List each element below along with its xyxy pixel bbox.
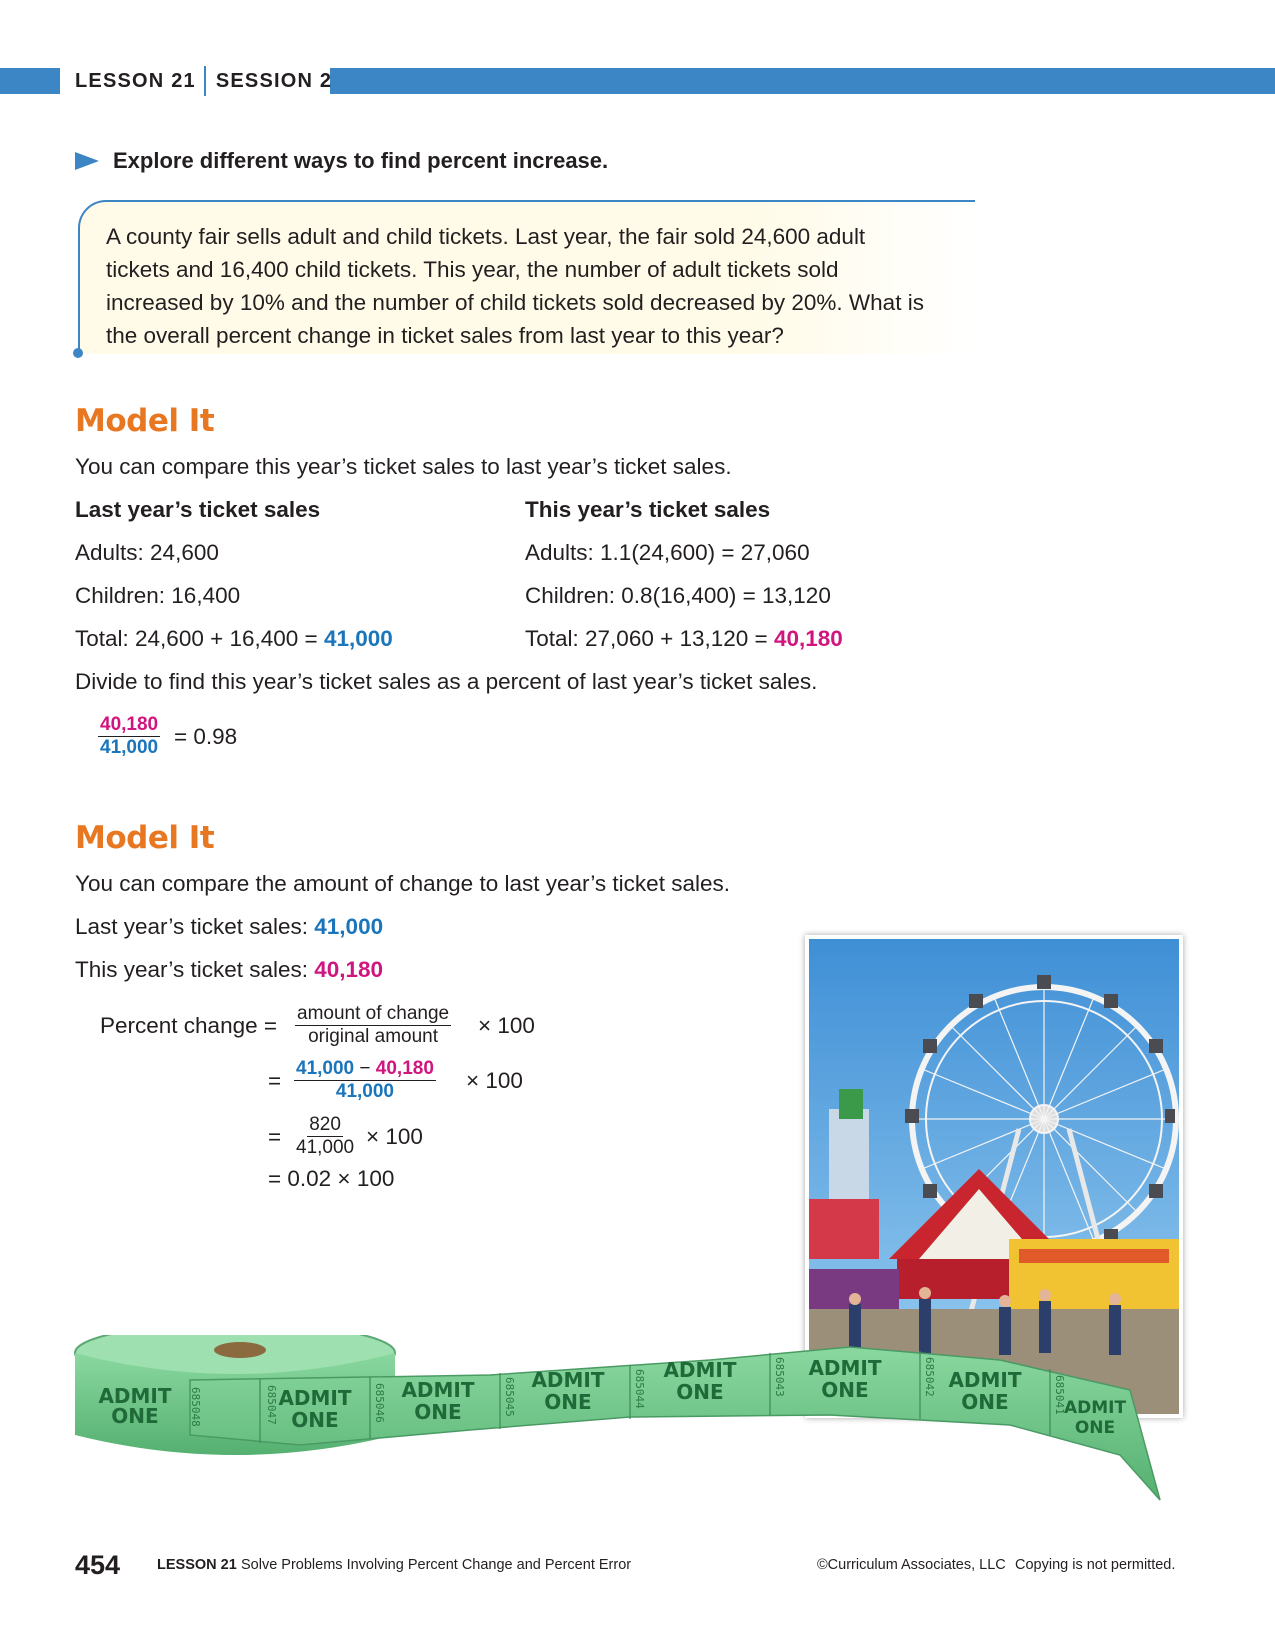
- model2-intro: You can compare the amount of change to …: [75, 871, 730, 896]
- ticket-one-text: ONE: [1075, 1418, 1115, 1438]
- ticket-admit-text: ADMIT: [1064, 1398, 1127, 1418]
- fraction-result: = 0.98: [174, 724, 238, 749]
- problem-text: A county fair sells adult and child tick…: [106, 220, 966, 352]
- ticket-one-text: ONE: [676, 1380, 723, 1404]
- last-year-sales: Last year’s ticket sales: 41,000: [75, 914, 383, 940]
- problem-box-dot: [73, 348, 83, 358]
- ticket-one-text: ONE: [111, 1404, 158, 1428]
- fraction-denominator: 41,000: [100, 737, 159, 758]
- this-adults: Adults: 1.1(24,600) = 27,060: [525, 540, 810, 565]
- final-step: = 0.02 × 100: [268, 1166, 395, 1191]
- last-year-sales-label: Last year’s ticket sales:: [75, 914, 315, 939]
- ticket-serial: 685047: [265, 1385, 278, 1425]
- this-total: Total: 27,060 + 13,120 = 40,180: [525, 626, 843, 652]
- last-total-value: 41,000: [323, 626, 393, 651]
- ticket-one-text: ONE: [961, 1390, 1008, 1414]
- times-100-3: × 100: [366, 1124, 423, 1149]
- fraction-numerator: 40,180: [98, 714, 161, 737]
- ticket-admit-text: ADMIT: [401, 1378, 474, 1402]
- ticket-roll-illustration: ADMIT ONE ADMIT ONE ADMIT ONE ADMIT ONE …: [74, 1335, 1161, 1501]
- header-band-right: [330, 68, 1275, 94]
- lesson-label: LESSON 21: [75, 69, 196, 92]
- subtraction-fraction: 41,000 − 40,180 41,000: [294, 1058, 436, 1103]
- ticket-serial: 685048: [189, 1387, 202, 1427]
- explore-text: Explore different ways to find percent i…: [113, 148, 609, 173]
- times-100-1: × 100: [478, 1013, 535, 1038]
- subtraction-minuend: 41,000: [296, 1058, 355, 1079]
- difference-fraction: 820 41,000: [294, 1114, 356, 1159]
- last-year-sales-value: 41,000: [314, 914, 384, 939]
- session-label: SESSION 2: [215, 69, 333, 92]
- problem-line: increased by 10% and the number of child…: [106, 290, 924, 315]
- percent-change-label: Percent change =: [100, 1013, 278, 1038]
- footer-copyright: ©Curriculum Associates, LLC: [817, 1557, 1006, 1573]
- this-children: Children: 0.8(16,400) = 13,120: [525, 583, 831, 608]
- formula-fraction: amount of change original amount: [295, 1003, 452, 1048]
- formula-numerator: amount of change: [295, 1003, 452, 1026]
- fraction-this-over-last: 40,180 41,000: [98, 714, 161, 759]
- subtraction-numerator: 41,000 − 40,180: [294, 1058, 436, 1081]
- ticket-serial: 685045: [503, 1377, 516, 1417]
- ticket-admit-text: ADMIT: [278, 1386, 351, 1410]
- lesson-header: LESSON 21 SESSION 2: [75, 66, 333, 96]
- last-adults: Adults: 24,600: [75, 540, 219, 565]
- ticket-serial: 685043: [773, 1357, 786, 1397]
- ticket-one-text: ONE: [291, 1408, 338, 1432]
- problem-line: tickets and 16,400 child tickets. This y…: [106, 257, 839, 282]
- this-year-sales: This year’s ticket sales: 40,180: [75, 957, 383, 983]
- arrow-icon: [75, 152, 99, 170]
- minus-sign: −: [354, 1058, 376, 1079]
- times-100-2: × 100: [466, 1068, 523, 1093]
- equals-3: =: [268, 1124, 282, 1149]
- formula-denominator: original amount: [308, 1026, 439, 1047]
- ticket-serial: 685046: [373, 1383, 386, 1423]
- ticket-one-text: ONE: [414, 1400, 461, 1424]
- explore-heading: Explore different ways to find percent i…: [75, 148, 608, 174]
- problem-line: the overall percent change in ticket sal…: [106, 323, 784, 348]
- subtraction-denominator: 41,000: [335, 1081, 395, 1102]
- ticket-admit-text: ADMIT: [531, 1368, 604, 1392]
- model-it-title-1: Model It: [75, 403, 215, 439]
- ticket-serial: 685044: [633, 1369, 646, 1409]
- ticket-admit-text: ADMIT: [948, 1368, 1021, 1392]
- page-number: 454: [75, 1550, 121, 1580]
- footer-notice: Copying is not permitted.: [1015, 1557, 1176, 1573]
- ticket-one-text: ONE: [544, 1390, 591, 1414]
- this-year-sales-value: 40,180: [314, 957, 384, 982]
- footer-lesson: LESSON 21: [157, 1557, 237, 1573]
- model1-intro: You can compare this year’s ticket sales…: [75, 454, 732, 479]
- ticket-one-text: ONE: [821, 1378, 868, 1402]
- this-year-heading: This year’s ticket sales: [525, 497, 771, 522]
- ticket-admit-text: ADMIT: [663, 1358, 736, 1382]
- last-year-heading: Last year’s ticket sales: [75, 497, 321, 522]
- this-total-prefix: Total: 27,060 + 13,120 =: [525, 626, 774, 651]
- this-year-sales-label: This year’s ticket sales:: [75, 957, 315, 982]
- model-it-title-2: Model It: [75, 820, 215, 856]
- subtraction-subtrahend: 40,180: [375, 1058, 434, 1079]
- header-divider: [203, 66, 206, 96]
- this-total-value: 40,180: [773, 626, 843, 651]
- ticket-serial: 685042: [923, 1357, 936, 1397]
- ticket-serial: 685041: [1053, 1375, 1066, 1415]
- header-band-left: [0, 68, 60, 94]
- divide-text: Divide to find this year’s ticket sales …: [75, 669, 818, 694]
- footer-lesson-title: Solve Problems Involving Percent Change …: [241, 1557, 632, 1573]
- last-total-prefix: Total: 24,600 + 16,400 =: [75, 626, 324, 651]
- last-children: Children: 16,400: [75, 583, 241, 608]
- ticket-admit-text: ADMIT: [808, 1356, 881, 1380]
- problem-line: A county fair sells adult and child tick…: [106, 224, 866, 249]
- last-total: Total: 24,600 + 16,400 = 41,000: [75, 626, 393, 652]
- difference-numerator: 820: [307, 1114, 343, 1137]
- equals-2: =: [268, 1068, 282, 1093]
- difference-denominator: 41,000: [296, 1137, 355, 1158]
